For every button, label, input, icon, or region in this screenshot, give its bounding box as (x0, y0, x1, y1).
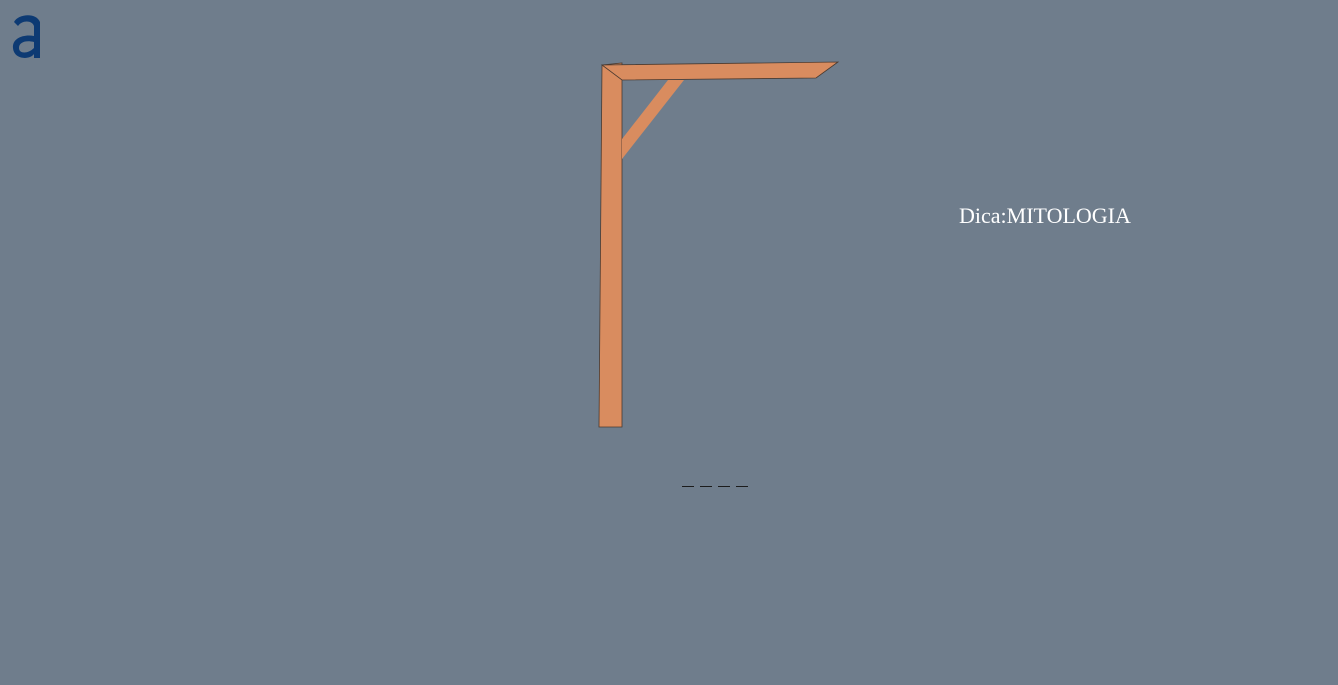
game-stage: Dica:MITOLOGIA (0, 0, 1338, 685)
letter-slot (682, 466, 694, 487)
gallows (598, 61, 840, 428)
hint-value: MITOLOGIA (1006, 203, 1131, 228)
hint-text: Dica:MITOLOGIA (959, 203, 1131, 229)
letter-slot (700, 466, 712, 487)
word-slots (682, 466, 748, 487)
gallows-beam (600, 61, 840, 81)
hint-label: Dica: (959, 203, 1007, 228)
gallows-brace (622, 80, 684, 159)
gallows-post (598, 62, 623, 428)
a-logo-icon (12, 15, 40, 58)
letter-slot (718, 466, 730, 487)
letter-slot (736, 466, 748, 487)
